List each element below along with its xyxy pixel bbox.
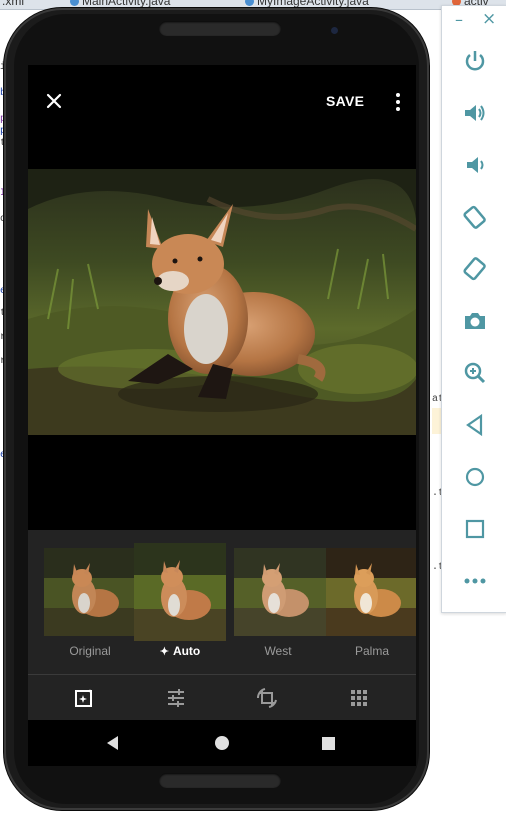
back-icon <box>466 413 483 437</box>
filter-thumb-palma[interactable] <box>326 548 416 636</box>
filter-thumb-west[interactable] <box>234 548 326 636</box>
grid-icon <box>351 690 367 706</box>
emu-more-button[interactable] <box>462 568 488 594</box>
ide-tab-label: .xml <box>2 0 24 8</box>
bottom-speaker <box>159 773 281 788</box>
recents-icon <box>322 737 335 750</box>
power-button[interactable] <box>462 48 488 74</box>
crop-rotate-button[interactable] <box>256 687 278 709</box>
screenshot-button[interactable] <box>462 308 488 334</box>
filter-thumb-image <box>234 548 326 636</box>
zoom-button[interactable] <box>462 360 488 386</box>
auto-enhance-icon <box>75 689 92 707</box>
volume-up-icon <box>465 105 485 121</box>
auto-sparkle-icon: ✦ <box>159 646 169 658</box>
ide-tab-xml[interactable]: .xml <box>2 0 24 8</box>
ide-tab-mainactivity[interactable]: MainActivity.java <box>70 0 170 8</box>
emu-back-button[interactable] <box>462 412 488 438</box>
device-frame: SAVE Original ✦ Auto West Palma <box>4 8 429 810</box>
close-icon <box>46 93 62 109</box>
home-icon <box>465 467 485 487</box>
tune-sliders-icon <box>168 689 184 707</box>
filter-label-text: Auto <box>172 644 201 658</box>
more-options-button[interactable] <box>388 91 408 113</box>
zoom-icon <box>464 362 486 384</box>
java-file-icon <box>245 0 254 7</box>
overview-icon <box>465 519 485 539</box>
ide-tab-label: MyImageActivity.java <box>257 0 369 8</box>
close-emulator-button[interactable]: × <box>482 9 496 29</box>
home-icon <box>215 736 229 750</box>
tune-button[interactable] <box>165 687 187 709</box>
filter-thumb-image <box>134 543 226 641</box>
save-button[interactable]: SAVE <box>326 93 364 109</box>
auto-enhance-button[interactable] <box>73 687 95 709</box>
emulator-titlebar: – × <box>442 6 506 36</box>
emu-overview-button[interactable] <box>462 516 488 542</box>
filter-thumb-image <box>326 548 416 636</box>
top-speaker <box>159 21 281 36</box>
front-camera <box>331 27 338 34</box>
nav-back-button[interactable] <box>104 734 122 752</box>
volume-down-button[interactable] <box>462 152 488 178</box>
more-horiz-icon <box>464 578 486 584</box>
rotate-crop-icon <box>256 688 277 708</box>
ide-tab-myimageactivity[interactable]: MyImageActivity.java <box>245 0 369 8</box>
java-file-icon <box>70 0 79 7</box>
edit-toolbar <box>28 675 416 720</box>
back-icon <box>107 736 118 750</box>
ide-tab-label: MainActivity.java <box>82 0 171 8</box>
filter-label-auto: ✦ Auto <box>134 644 226 658</box>
volume-up-button[interactable] <box>462 100 488 126</box>
app-bar: SAVE <box>28 65 416 135</box>
device-screen: SAVE Original ✦ Auto West Palma <box>28 65 416 766</box>
nav-recents-button[interactable] <box>319 734 337 752</box>
emu-home-button[interactable] <box>462 464 488 490</box>
power-icon <box>465 51 485 71</box>
camera-icon <box>465 313 485 329</box>
fox-photo <box>28 169 416 435</box>
nav-home-button[interactable] <box>213 734 231 752</box>
grid-button[interactable] <box>348 687 370 709</box>
filter-thumb-image <box>44 548 136 636</box>
close-button[interactable] <box>42 89 66 113</box>
filter-panel: Original ✦ Auto West Palma <box>28 530 416 675</box>
filter-label-palma: Palma <box>354 644 389 658</box>
emulator-control-panel: – × <box>441 5 506 613</box>
filter-label-original: Original <box>69 644 111 658</box>
rotate-right-button[interactable] <box>462 256 488 282</box>
photo-preview[interactable] <box>28 169 416 435</box>
minimize-button[interactable]: – <box>455 10 463 29</box>
filter-thumb-original[interactable] <box>44 548 136 636</box>
filter-thumb-auto[interactable] <box>134 543 226 641</box>
volume-down-icon <box>467 157 484 173</box>
rotate-left-icon <box>463 205 486 229</box>
android-nav-bar <box>28 720 416 766</box>
rotate-right-icon <box>463 257 486 281</box>
rotate-left-button[interactable] <box>462 204 488 230</box>
filter-label-west: West <box>264 644 292 658</box>
